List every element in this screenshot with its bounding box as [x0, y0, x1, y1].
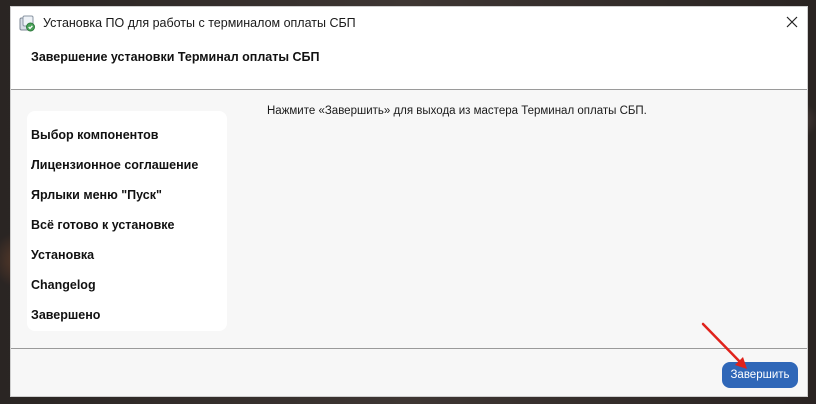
installer-icon — [19, 15, 36, 32]
close-button[interactable] — [777, 7, 807, 37]
title-bar[interactable]: Установка ПО для работы с терминалом опл… — [11, 7, 807, 39]
finish-message: Нажмите «Завершить» для выхода из мастер… — [267, 105, 647, 117]
step-components: Выбор компонентов — [31, 128, 159, 142]
arrow-icon — [701, 322, 747, 369]
page-header: Завершение установки Терминал оплаты СБП — [11, 39, 807, 90]
page-title: Завершение установки Терминал оплаты СБП — [31, 50, 320, 64]
footer-divider — [11, 348, 807, 349]
window-title: Установка ПО для работы с терминалом опл… — [43, 16, 356, 30]
installer-window: Установка ПО для работы с терминалом опл… — [10, 6, 808, 397]
step-start-menu: Ярлыки меню "Пуск" — [31, 188, 162, 202]
step-install: Установка — [31, 248, 95, 262]
steps-sidebar: Выбор компонентов Лицензионное соглашени… — [27, 111, 227, 331]
close-icon — [786, 16, 798, 28]
step-changelog: Changelog — [31, 278, 96, 292]
step-ready: Всё готово к установке — [31, 218, 175, 232]
step-license: Лицензионное соглашение — [31, 158, 199, 172]
step-finished: Завершено — [31, 308, 101, 322]
